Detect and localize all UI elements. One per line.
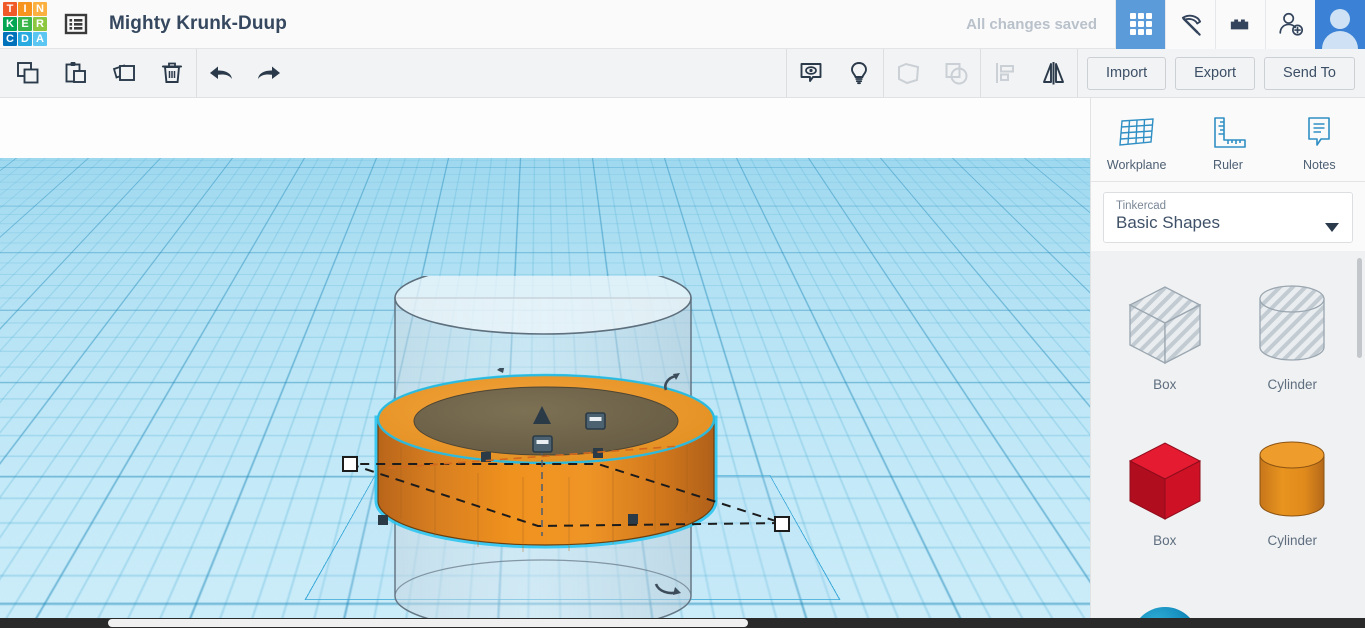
notes-tool-label: Notes [1302,157,1336,172]
cylinder-hole-thumb [1247,275,1337,375]
chevron-down-icon[interactable] [1325,219,1339,237]
fit-to-view-button[interactable] [19,368,52,401]
sidebar-toggle-button[interactable]: ❯ [1074,338,1090,386]
logo-letter-r: R [33,17,47,31]
shape-inspector-panel: Shape [822,202,1080,274]
snap-grid-label: Snap Grid [934,598,993,613]
logo-letter-a: A [33,32,47,46]
home-view-button[interactable] [19,326,52,359]
ruler-tool-label: Ruler [1213,157,1243,172]
shape-label: Box [1153,377,1177,392]
logo-letter-d: D [18,32,32,46]
snap-grid-select[interactable]: 1.0 mm [1000,593,1082,618]
notes-speech-icon [1308,116,1331,146]
view-cube-front[interactable]: FRONT [40,240,98,298]
logo-letter-k: K [3,17,17,31]
import-button[interactable]: Import [1087,56,1167,90]
send-to-button[interactable]: Send To [1264,56,1355,90]
view-cube[interactable]: TOP LEFT FRONT [18,210,147,324]
library-name: Basic Shapes [1116,213,1220,232]
ruler-icon [1214,116,1246,148]
library-selector-wrap: Tinkercad Basic Shapes [1091,182,1365,251]
blocks-button[interactable] [1215,0,1265,49]
hole-swatch[interactable] [916,237,944,265]
box-hole-thumb [1120,275,1210,375]
logo-letter-e: E [18,17,32,31]
paste-button[interactable] [52,49,100,97]
view-nav-controls [19,326,52,536]
notes-tool[interactable]: Notes [1282,114,1356,172]
tinkercad-logo[interactable]: TIN KER CDA [3,2,47,46]
shape-label: Box [1153,533,1177,548]
zoom-out-button[interactable] [19,452,52,485]
perspective-toggle-button[interactable] [19,494,52,527]
avatar[interactable] [1315,0,1365,49]
mirror-button[interactable] [1029,49,1077,97]
shape-panel-title: Shape [878,213,922,229]
shape-box-hole[interactable]: Box [1101,267,1229,419]
shape-label: Cylinder [1267,377,1318,392]
snap-grid-control: Snap Grid 1.0 mm [934,593,1082,618]
save-status: All changes saved [966,15,1097,33]
workplane-tool[interactable]: Workplane [1100,114,1174,172]
duplicate-button[interactable] [100,49,148,97]
solid-color-swatch[interactable] [874,233,910,269]
logo-letter-n: N [33,2,47,16]
page-title[interactable]: Mighty Krunk-Duup [109,13,287,35]
group-button[interactable] [884,49,932,97]
logo-letter-i: I [18,2,32,16]
top-bar: TIN KER CDA Mighty Krunk-Duup All changes … [0,0,1365,49]
window-scrollbar[interactable] [0,618,1365,628]
gallery-scrollbar[interactable] [1357,258,1362,358]
redo-button[interactable] [245,49,293,97]
chevron-down-icon[interactable] [823,203,863,273]
export-button[interactable]: Export [1175,56,1256,90]
lightbulb-icon[interactable] [1053,235,1069,260]
design-canvas[interactable]: TOP LEFT FRONT Shape Edit Grid Snap Grid… [0,98,1090,626]
light-button[interactable] [835,49,883,97]
tinkercad-app: TIN KER CDA Mighty Krunk-Duup All changes … [0,0,1365,628]
edit-toolbar: Import Export Send To [0,49,1365,98]
shape-label: Cylinder [1267,533,1318,548]
logo-letter-t: T [3,2,17,16]
zoom-in-button[interactable] [19,410,52,443]
invite-button[interactable] [1265,0,1315,49]
workplane-tool-label: Workplane [1106,157,1167,172]
notes-button[interactable] [787,49,835,97]
cylinder-orange-thumb [1247,431,1337,531]
shapes-sidebar: Workplane Ruler Notes Tinkercad Basic Sh… [1090,98,1365,626]
design-grid-button[interactable] [1115,0,1165,49]
codeblocks-button[interactable] [1165,0,1215,49]
undo-button[interactable] [197,49,245,97]
ruler-tool[interactable]: Ruler [1191,114,1265,172]
delete-button[interactable] [148,49,196,97]
shape-cylinder-hole[interactable]: Cylinder [1229,267,1357,419]
library-owner-label: Tinkercad [1116,200,1167,212]
box-red-thumb [1120,431,1210,531]
logo-letter-c: C [3,32,17,46]
library-selector[interactable]: Tinkercad Basic Shapes [1103,192,1353,243]
view-cube-left[interactable]: LEFT [18,254,41,324]
edit-grid-button[interactable]: Edit Grid [1003,557,1082,584]
chevron-up-icon [1062,602,1072,609]
unlock-icon[interactable] [1018,235,1035,260]
copy-button[interactable] [4,49,52,97]
shape-box-red[interactable]: Box [1101,423,1229,575]
list-menu-icon[interactable] [61,9,91,39]
ungroup-button[interactable] [932,49,980,97]
shape-cylinder-orange[interactable]: Cylinder [1229,423,1357,575]
sidebar-tools: Workplane Ruler Notes [1091,98,1365,182]
snap-grid-value: 1.0 mm [1010,598,1054,613]
shape-gallery[interactable]: Box Cylinder Box Cylinder [1091,253,1365,626]
align-button[interactable] [981,49,1029,97]
workplane-grid-icon [1118,117,1154,146]
window-scrollbar-thumb[interactable] [108,619,748,627]
